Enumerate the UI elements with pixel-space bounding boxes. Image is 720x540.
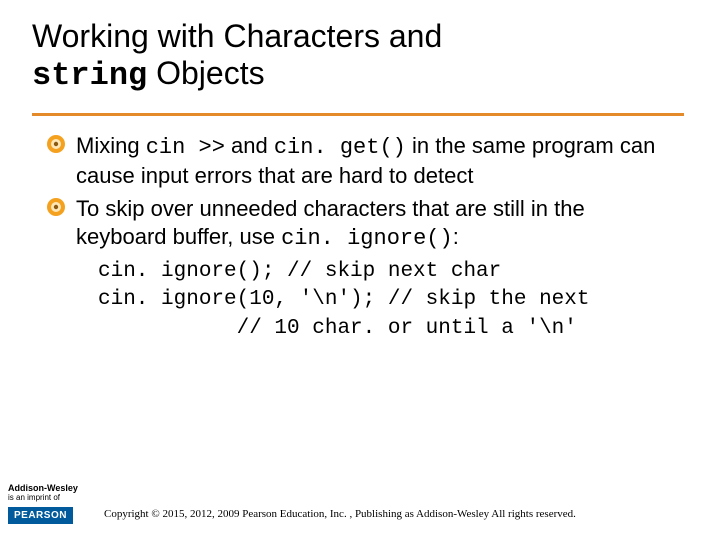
slide: Working with Characters and string Objec… [0,0,720,540]
brand-addison-wesley: Addison-Wesley [8,483,94,493]
bullet-text: To skip over unneeded characters that ar… [76,196,585,249]
brand-pearson: PEARSON [8,507,73,524]
list-item: To skip over unneeded characters that ar… [46,195,676,252]
publisher-logo: Addison-Wesley is an imprint of PEARSON [8,483,94,524]
bullet-icon [46,197,66,217]
copyright-text: Copyright © 2015, 2012, 2009 Pearson Edu… [104,508,576,520]
title-line2-rest: Objects [147,55,264,91]
list-item: Mixing cin >> and cin. get() in the same… [46,132,676,189]
title-code-word: string [32,57,147,94]
imprint-text: is an imprint of [8,494,94,503]
code-block: cin. ignore(); // skip next char cin. ig… [98,258,676,343]
bullet-text: Mixing cin >> and cin. get() in the same… [76,133,655,188]
bullet-icon [46,134,66,154]
title-line1: Working with Characters and [32,18,442,54]
body-content: Mixing cin >> and cin. get() in the same… [46,132,676,343]
slide-title: Working with Characters and string Objec… [32,18,672,95]
title-underline [32,113,684,116]
